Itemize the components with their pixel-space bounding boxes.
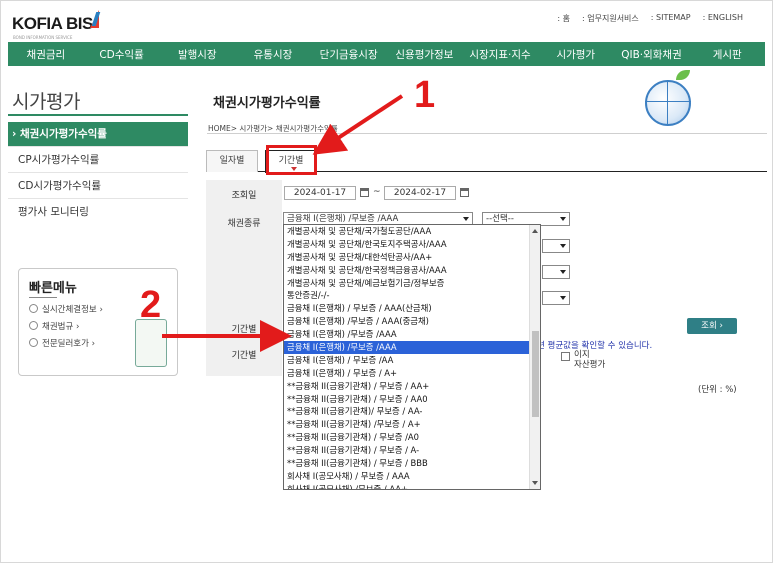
global-nav: 채권금리 CD수익률 발행시장 유통시장 단기금융시장 신용평가정보 시장지표·… [8,42,765,66]
form-label-column [206,180,282,376]
evaluator-checkbox[interactable] [561,352,570,361]
chevron-down-icon [560,244,566,248]
dropdown-option[interactable]: 금융채 I(은행채) /무보증 /AAA [284,341,540,354]
gnb-item-cd-yield[interactable]: CD수익률 [84,47,160,62]
search-button[interactable]: 조회 › [687,318,737,334]
gnb-item-market-index[interactable]: 시장지표·지수 [462,47,538,62]
sidebar-divider [8,114,188,116]
gnb-item-short-term-market[interactable]: 단기금융시장 [311,47,387,62]
dropdown-option[interactable]: 통안증권/-/- [284,289,540,302]
quick-link-dealer-label: 전문딜러호가 › [42,339,96,349]
quick-menu-title: 빠른메뉴 [29,281,77,296]
chevron-down-icon [560,270,566,274]
dropdown-option[interactable]: 회사채 I(공모사채) / 무보증 / AAA [284,470,540,483]
label-period: 기간별 [231,325,257,335]
gnb-item-market-valuation[interactable]: 시가평가 [538,47,614,62]
utility-links: : 홈 : 업무지원서비스 : SITEMAP : ENGLISH [557,13,743,24]
tab-daily[interactable]: 일자별 [206,150,258,172]
annotation-number-2: 2 [140,284,162,326]
sidebar-title: 시가평가 [12,91,80,113]
dropdown-option[interactable]: **금융채 II(금융기관채)/ 무보증 / AA- [284,405,540,418]
gnb-item-credit-rating[interactable]: 신용평가정보 [387,47,463,62]
chevron-down-icon [560,296,566,300]
dropdown-option[interactable]: 개별공사채 및 공단채/한국정책금융공사/AAA [284,264,540,277]
evaluator-checkbox-label: 이지 자산평가 [574,350,606,370]
extra-select-1[interactable] [542,239,570,253]
calendar-icon[interactable] [360,188,369,197]
chevron-down-icon [560,217,566,221]
sidebar-item-bond-valuation-yield[interactable]: › 채권시가평가수익률 [8,122,188,147]
extra-select-3[interactable] [542,291,570,305]
date-from-input[interactable]: 2024-01-17 [284,186,356,200]
label-bond-type: 채권종류 [227,219,261,229]
logo-subtitle: BOND INFORMATION SERVICE [13,35,73,40]
globe-meridian-icon [667,80,668,126]
search-icon [29,304,38,313]
logo-text: KOFIA BIS [12,14,93,33]
gnb-item-board[interactable]: 게시판 [689,47,765,62]
date-to-input[interactable]: 2024-02-17 [384,186,456,200]
scroll-up-icon[interactable] [532,229,538,233]
title-divider [207,133,767,134]
page-title: 채권시가평가수익률 [213,96,321,111]
bond-type-select-value: 금융채 I(은행채) /무보증 /AAA [287,214,399,224]
quick-menu-divider [29,297,57,298]
dropdown-option[interactable]: **금융채 II(금융기관채) / 무보증 /A0 [284,431,540,444]
util-link-sitemap[interactable]: : SITEMAP [651,13,691,24]
bond-type-dropdown-list[interactable]: 개별공사채 및 공단채/국가철도공단/AAA 개별공사채 및 공단채/한국토지주택… [283,224,541,490]
dropdown-option[interactable]: 회사채 I(공모사채) /무보증 / AA+ [284,483,540,489]
quick-link-realtime[interactable]: 실시간체결정보 › [29,303,103,315]
dropdown-option[interactable]: 개별공사채 및 공단채/대한석탄공사/AA+ [284,251,540,264]
util-link-home[interactable]: : 홈 [557,13,570,24]
dropdown-option[interactable]: 금융채 I(은행채) / 무보증 / A+ [284,367,540,380]
kofia-logo[interactable]: KOFIA BIS BOND INFORMATION SERVICE [12,10,102,44]
sidebar-item-cp-valuation-yield[interactable]: CP시가평가수익률 [8,148,188,173]
annotation-number-1: 1 [414,74,436,116]
globe-line-icon [645,101,691,102]
tab-highlight-box [266,145,317,175]
globe-icon [645,80,691,126]
scrollbar-thumb[interactable] [532,331,539,417]
scroll-down-icon[interactable] [532,481,538,485]
date-range-separator: ~ [373,187,381,197]
util-link-support[interactable]: : 업무지원서비스 [582,13,639,24]
quick-link-realtime-label: 실시간체결정보 › [42,305,103,315]
dropdown-option[interactable]: 개별공사채 및 공단채/예금보험기금/정부보증 [284,277,540,290]
gnb-item-qib[interactable]: QIB·외화채권 [614,47,690,62]
sidebar-item-evaluator-monitoring[interactable]: 평가사 모니터링 [8,200,188,225]
dropdown-option[interactable]: 금융채 I(은행채) /무보증 /AAA [284,328,540,341]
chevron-down-icon [463,217,469,221]
list-icon [29,338,38,347]
gnb-item-trade-market[interactable]: 유통시장 [235,47,311,62]
sidebar-item-cd-valuation-yield[interactable]: CD시가평가수익률 [8,174,188,199]
extra-select-2[interactable] [542,265,570,279]
sub-type-select-value: --선택-- [486,214,514,224]
dropdown-option[interactable]: **금융채 II(금융기관채) / 무보증 / A- [284,444,540,457]
dropdown-scrollbar[interactable] [529,225,540,489]
quick-link-law[interactable]: 채권법규 › [29,320,79,332]
calendar-icon[interactable] [460,188,469,197]
dropdown-option[interactable]: 금융채 I(은행채) /무보증 / AAA(중금채) [284,315,540,328]
quick-link-law-label: 채권법규 › [42,322,80,332]
label-period-2: 기간별 [231,351,257,361]
dropdown-option[interactable]: **금융채 II(금융기관채) / 무보증 / BBB [284,457,540,470]
dropdown-option[interactable]: **금융채 II(금융기관채) / 무보증 / AA+ [284,380,540,393]
document-icon [29,321,38,330]
dropdown-option[interactable]: 개별공사채 및 공단채/한국토지주택공사/AAA [284,238,540,251]
gnb-item-issue-market[interactable]: 발행시장 [159,47,235,62]
label-date: 조회일 [231,191,257,201]
dropdown-option[interactable]: 개별공사채 및 공단채/국가철도공단/AAA [284,225,540,238]
unit-label: (단위 : %) [698,385,737,395]
quick-link-dealer[interactable]: 전문딜러호가 › [29,337,95,349]
dropdown-options: 개별공사채 및 공단채/국가철도공단/AAA 개별공사채 및 공단채/한국토지주택… [284,225,540,489]
dropdown-option[interactable]: **금융채 II(금융기관채) / 무보증 / AA0 [284,393,540,406]
util-link-english[interactable]: : ENGLISH [703,13,743,24]
dropdown-option[interactable]: 금융채 I(은행채) / 무보증 / AAA(산금채) [284,302,540,315]
gnb-item-bond-rate[interactable]: 채권금리 [8,47,84,62]
dropdown-option[interactable]: **금융채 II(금융기관채) /무보증 / A+ [284,418,540,431]
dropdown-option[interactable]: 금융채 I(은행채) / 무보증 /AA [284,354,540,367]
